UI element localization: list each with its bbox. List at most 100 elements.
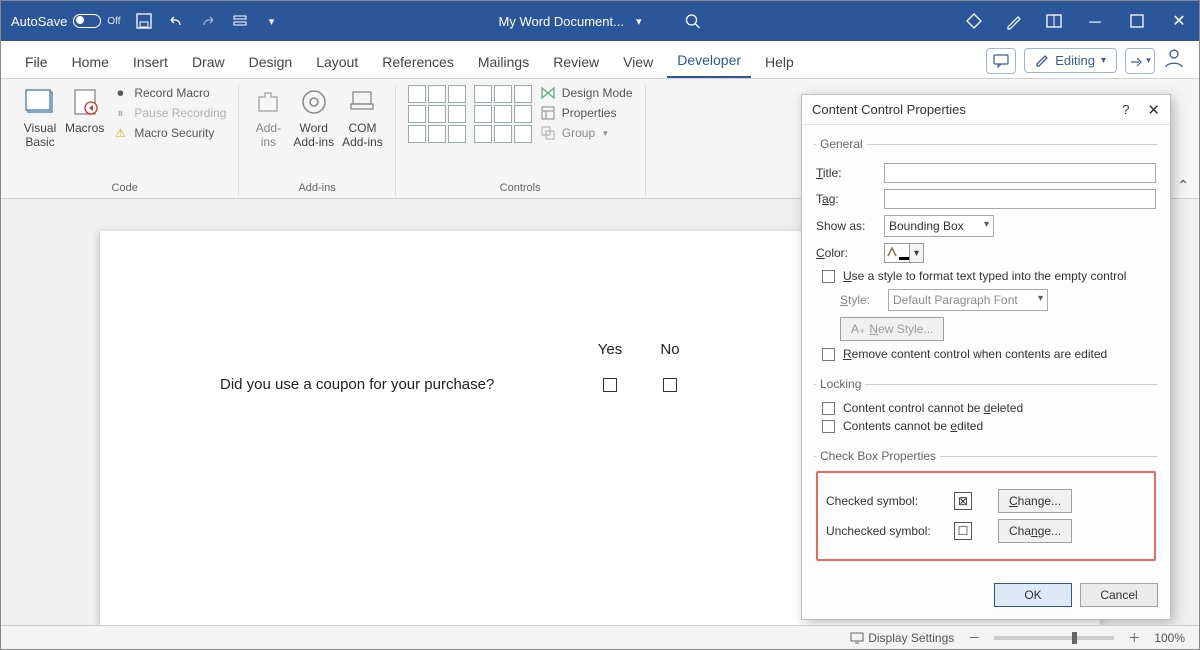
change-unchecked-button[interactable]: Change...	[998, 519, 1072, 543]
controls-gallery-1[interactable]	[408, 85, 466, 143]
autosave-label: AutoSave	[11, 14, 67, 29]
cancel-button[interactable]: Cancel	[1080, 583, 1158, 607]
group-button[interactable]: Group ▾	[540, 125, 633, 141]
locking-legend: Locking	[816, 377, 865, 391]
warning-icon: ⚠	[112, 125, 128, 141]
change-checked-button[interactable]: Change...	[998, 489, 1072, 513]
macros-button[interactable]: Macros	[65, 85, 104, 135]
tab-design[interactable]: Design	[239, 46, 303, 78]
display-settings-button[interactable]: Display Settings	[850, 631, 954, 645]
checked-symbol-label: Checked symbol:	[826, 494, 946, 508]
maximize-button[interactable]	[1127, 11, 1147, 31]
ribbon-collapse-icon[interactable]: ⌃	[1177, 177, 1189, 194]
tab-help[interactable]: Help	[755, 46, 804, 78]
use-style-label: Use a style to format text typed into th…	[843, 269, 1126, 283]
save-icon[interactable]	[135, 12, 153, 30]
document-title[interactable]: My Word Document...	[499, 14, 624, 29]
ok-button[interactable]: OK	[994, 583, 1072, 607]
title-dropdown-icon[interactable]: ▾	[636, 15, 642, 28]
macro-security-button[interactable]: ⚠Macro Security	[112, 125, 226, 141]
color-swatch[interactable]	[884, 243, 910, 263]
color-dropdown-icon[interactable]: ▾	[910, 243, 924, 263]
comments-button[interactable]	[986, 48, 1016, 74]
editing-label: Editing	[1055, 53, 1095, 68]
redo-icon[interactable]	[199, 12, 217, 30]
show-as-select[interactable]: Bounding Box	[884, 215, 994, 237]
qat-more-icon[interactable]	[231, 12, 249, 30]
tab-layout[interactable]: Layout	[306, 46, 368, 78]
zoom-out-button[interactable]: －	[968, 629, 980, 646]
tab-mailings[interactable]: Mailings	[468, 46, 539, 78]
design-mode-icon	[540, 85, 556, 101]
com-addins-icon	[345, 85, 379, 119]
tab-draw[interactable]: Draw	[182, 46, 235, 78]
record-macro-button[interactable]: ⏺Record Macro	[112, 85, 226, 101]
highlighted-area: Checked symbol:⊠Change... Unchecked symb…	[816, 471, 1156, 561]
search-icon[interactable]	[684, 12, 702, 30]
color-label: Color:	[816, 246, 876, 260]
checkbox-yes[interactable]	[603, 378, 617, 392]
controls-gallery-2[interactable]	[474, 85, 532, 143]
cannot-delete-label: Content control cannot be deleted	[843, 401, 1023, 415]
editing-mode-button[interactable]: Editing ▾	[1024, 48, 1117, 73]
group-label: Group	[562, 126, 595, 140]
zoom-slider[interactable]	[994, 636, 1114, 640]
autosave-toggle[interactable]: AutoSave Off	[11, 14, 121, 29]
chevron-down-icon: ▾	[603, 128, 608, 139]
design-mode-label: Design Mode	[562, 86, 633, 100]
tab-references[interactable]: References	[372, 46, 464, 78]
pen-icon[interactable]	[1005, 12, 1023, 30]
help-icon[interactable]: ?	[1122, 102, 1129, 117]
visual-basic-button[interactable]: Visual Basic	[23, 85, 57, 149]
cannot-delete-checkbox[interactable]	[822, 402, 835, 415]
minimize-button[interactable]: －	[1085, 11, 1105, 31]
word-addins-button[interactable]: Word Add-ins	[293, 85, 334, 149]
tab-view[interactable]: View	[613, 46, 663, 78]
quick-access-toolbar: AutoSave Off ▾	[11, 12, 281, 30]
remove-control-checkbox[interactable]	[822, 348, 835, 361]
checkbox-no[interactable]	[663, 378, 677, 392]
visual-basic-label: Visual Basic	[24, 121, 56, 149]
dialog-body: General Title: Tag: Show as:Bounding Box…	[802, 125, 1170, 575]
com-addins-button[interactable]: COM Add-ins	[342, 85, 383, 149]
ribbon-group-addins: Add- ins Word Add-ins COM Add-ins Add-in…	[239, 85, 395, 196]
tab-developer[interactable]: Developer	[667, 44, 751, 78]
properties-button[interactable]: Properties	[540, 105, 633, 121]
group-icon	[540, 125, 556, 141]
column-no: No	[640, 341, 700, 358]
macros-label: Macros	[65, 121, 104, 135]
tab-insert[interactable]: Insert	[123, 46, 178, 78]
title-input[interactable]	[884, 163, 1156, 183]
addins-button[interactable]: Add- ins	[251, 85, 285, 149]
zoom-level[interactable]: 100%	[1154, 631, 1185, 645]
cannot-edit-checkbox[interactable]	[822, 420, 835, 433]
tab-review[interactable]: Review	[543, 46, 609, 78]
window-snap-icon[interactable]	[1045, 12, 1063, 30]
titlebar: AutoSave Off ▾ My Word Document... ▾ － ✕	[1, 1, 1199, 41]
zoom-in-button[interactable]: ＋	[1128, 629, 1140, 646]
share-button[interactable]: ▾	[1125, 48, 1155, 74]
account-icon[interactable]	[1163, 47, 1185, 74]
pause-recording-label: Pause Recording	[134, 106, 226, 120]
use-style-checkbox[interactable]	[822, 270, 835, 283]
diamond-icon[interactable]	[965, 12, 983, 30]
tag-input[interactable]	[884, 189, 1156, 209]
content-control-properties-dialog: Content Control Properties ? ✕ General T…	[801, 94, 1171, 620]
dialog-close-icon[interactable]: ✕	[1147, 101, 1160, 119]
qat-dropdown-icon[interactable]: ▾	[263, 12, 281, 30]
style-label: Style:	[840, 293, 880, 307]
tab-home[interactable]: Home	[62, 46, 119, 78]
close-button[interactable]: ✕	[1169, 11, 1189, 31]
undo-icon[interactable]	[167, 12, 185, 30]
ribbon-group-code: Visual Basic Macros ⏺Record Macro ⏸Pause…	[11, 85, 239, 196]
document-title-area: My Word Document... ▾	[499, 12, 702, 30]
properties-icon	[540, 105, 556, 121]
show-as-label: Show as:	[816, 219, 876, 233]
design-mode-button[interactable]: Design Mode	[540, 85, 633, 101]
tab-file[interactable]: File	[15, 46, 58, 78]
toggle-off-icon[interactable]	[73, 14, 101, 28]
addins-group-label: Add-ins	[298, 180, 335, 196]
record-icon: ⏺	[112, 85, 128, 101]
dialog-titlebar[interactable]: Content Control Properties ? ✕	[802, 95, 1170, 125]
title-label: Title:	[816, 166, 876, 180]
